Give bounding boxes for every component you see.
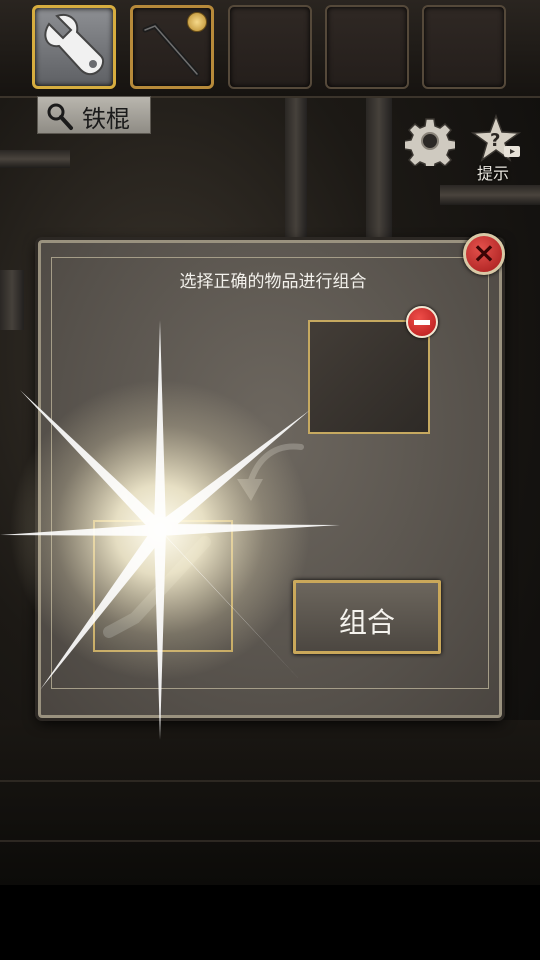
dialog-title: 选择正确的物品进行组合 bbox=[179, 272, 367, 292]
combine-button-label: 组合 bbox=[338, 606, 395, 639]
wrench-icon bbox=[44, 14, 105, 76]
inventory-slot-4[interactable] bbox=[325, 5, 409, 89]
gear-icon bbox=[403, 118, 457, 172]
pipe bbox=[0, 270, 24, 330]
inventory-slot-2[interactable] bbox=[130, 5, 214, 89]
combine-source-slot[interactable] bbox=[93, 520, 233, 652]
star-question-icon: ? bbox=[470, 113, 522, 162]
hint-label: 提示 bbox=[477, 164, 510, 183]
bottom-black-bar bbox=[0, 885, 540, 960]
svg-text:?: ? bbox=[490, 130, 500, 151]
hint-button[interactable]: ? 提示 bbox=[470, 113, 522, 184]
combine-target-slot[interactable] bbox=[308, 320, 430, 434]
combine-button[interactable]: 组合 bbox=[293, 580, 441, 654]
magnifier-icon bbox=[47, 103, 73, 130]
close-icon: × bbox=[472, 236, 496, 269]
pipe bbox=[0, 150, 70, 168]
pipe bbox=[440, 185, 540, 205]
iron-rod-icon bbox=[103, 536, 211, 638]
curved-arrow-icon bbox=[237, 443, 304, 501]
settings-button[interactable] bbox=[403, 116, 457, 172]
wrench-badge-icon bbox=[187, 12, 207, 32]
inventory-slot-1[interactable] bbox=[32, 5, 116, 89]
floor bbox=[0, 720, 540, 885]
pipe bbox=[366, 96, 392, 246]
minus-icon bbox=[414, 320, 430, 325]
selected-item-name: 铁棍 bbox=[82, 105, 130, 133]
remove-item-button[interactable] bbox=[406, 306, 438, 338]
inventory-bar bbox=[0, 0, 540, 98]
selected-item-label: 铁棍 bbox=[37, 96, 151, 134]
inventory-slot-3[interactable] bbox=[228, 5, 312, 89]
inventory-slot-5[interactable] bbox=[422, 5, 506, 89]
close-dialog-button[interactable]: × bbox=[463, 233, 505, 275]
